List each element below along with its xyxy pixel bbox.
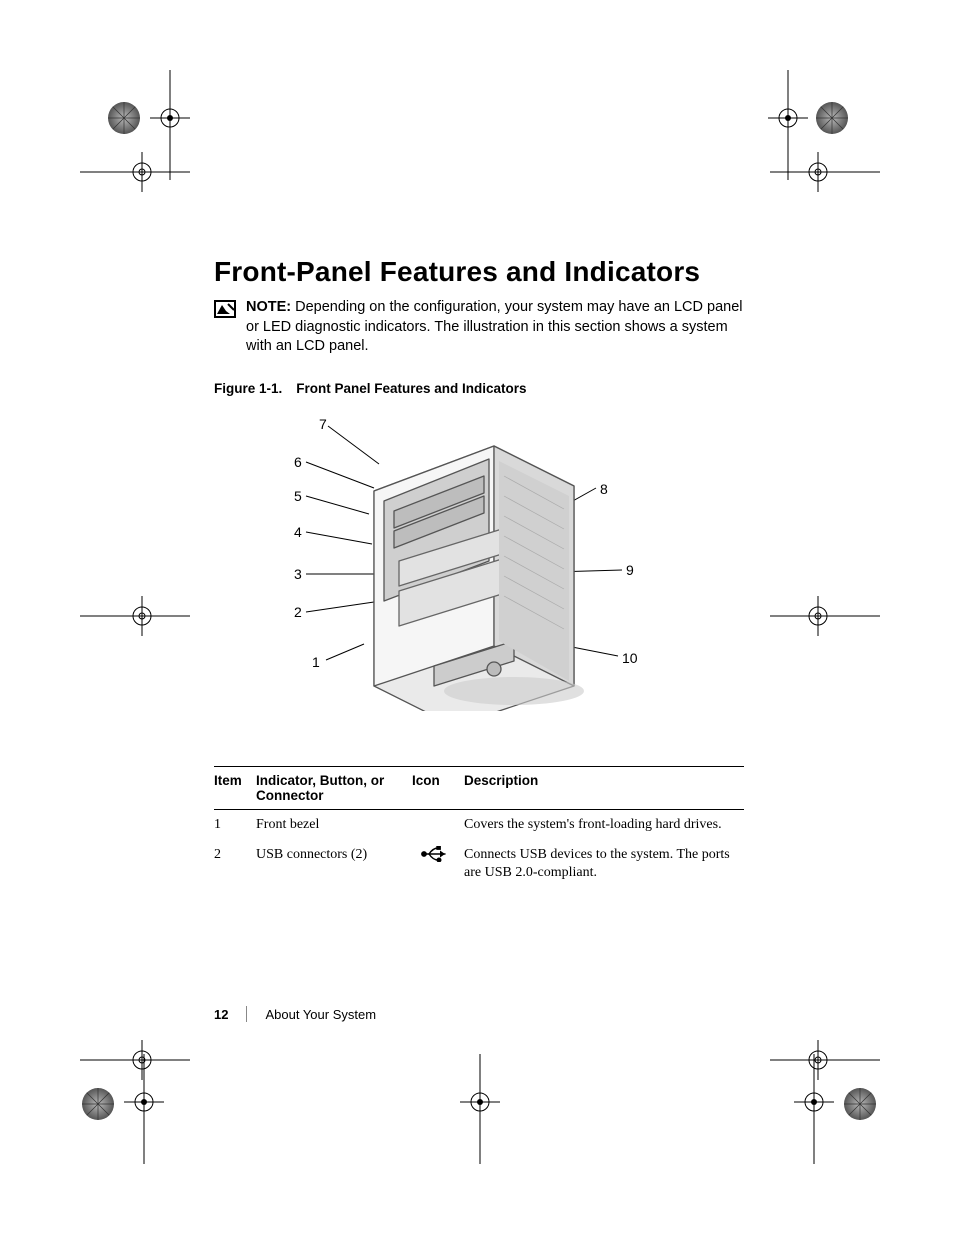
section-heading: Front-Panel Features and Indicators xyxy=(214,256,744,288)
table-header-description: Description xyxy=(464,766,744,809)
footer-section: About Your System xyxy=(265,1007,376,1022)
table-cell-icon xyxy=(412,809,464,840)
table-cell-item: 2 xyxy=(214,840,256,888)
crop-mark-icon xyxy=(450,1054,510,1164)
table-row: 1 Front bezel Covers the system's front-… xyxy=(214,809,744,840)
page-footer: 12 About Your System xyxy=(214,1006,376,1022)
figure-caption: Figure 1-1. Front Panel Features and Indi… xyxy=(214,381,744,396)
note-label: NOTE: xyxy=(246,299,291,315)
figure-caption-title: Front Panel Features and Indicators xyxy=(296,381,526,396)
usb-icon xyxy=(421,846,449,862)
table-header-indicator: Indicator, Button, or Connector xyxy=(256,766,412,809)
page-number: 12 xyxy=(214,1007,228,1022)
note-text: NOTE: Depending on the configuration, yo… xyxy=(246,298,744,357)
crop-mark-icon xyxy=(114,1054,174,1164)
table-cell-icon xyxy=(412,840,464,888)
crop-ornament-icon xyxy=(840,1084,880,1129)
table-header-item: Item xyxy=(214,766,256,809)
table-cell-indicator: USB connectors (2) xyxy=(256,840,412,888)
table-cell-item: 1 xyxy=(214,809,256,840)
note-icon xyxy=(214,300,236,318)
crop-mark-icon xyxy=(784,1054,844,1164)
figure-caption-prefix: Figure 1-1. xyxy=(214,381,282,396)
crop-ornament-icon xyxy=(812,98,852,143)
crop-mark-icon xyxy=(770,586,880,651)
features-table: Item Indicator, Button, or Connector Ico… xyxy=(214,766,744,889)
table-cell-description: Covers the system's front-loading hard d… xyxy=(464,809,744,840)
front-panel-illustration xyxy=(344,431,604,711)
footer-divider xyxy=(246,1006,247,1022)
table-row: 2 USB connectors (2) xyxy=(214,840,744,888)
crop-ornament-icon xyxy=(104,98,144,143)
crop-mark-icon xyxy=(770,142,880,207)
crop-mark-icon xyxy=(80,142,190,207)
crop-ornament-icon xyxy=(78,1084,118,1129)
crop-mark-icon xyxy=(80,586,190,651)
note-body: Depending on the configuration, your sys… xyxy=(246,299,743,354)
table-cell-description: Connects USB devices to the system. The … xyxy=(464,840,744,888)
table-header-icon: Icon xyxy=(412,766,464,809)
figure: 7 6 5 4 3 2 1 8 9 10 xyxy=(214,416,744,736)
table-cell-indicator: Front bezel xyxy=(256,809,412,840)
note-block: NOTE: Depending on the configuration, yo… xyxy=(214,298,744,357)
page-content: Front-Panel Features and Indicators NOTE… xyxy=(214,256,744,888)
